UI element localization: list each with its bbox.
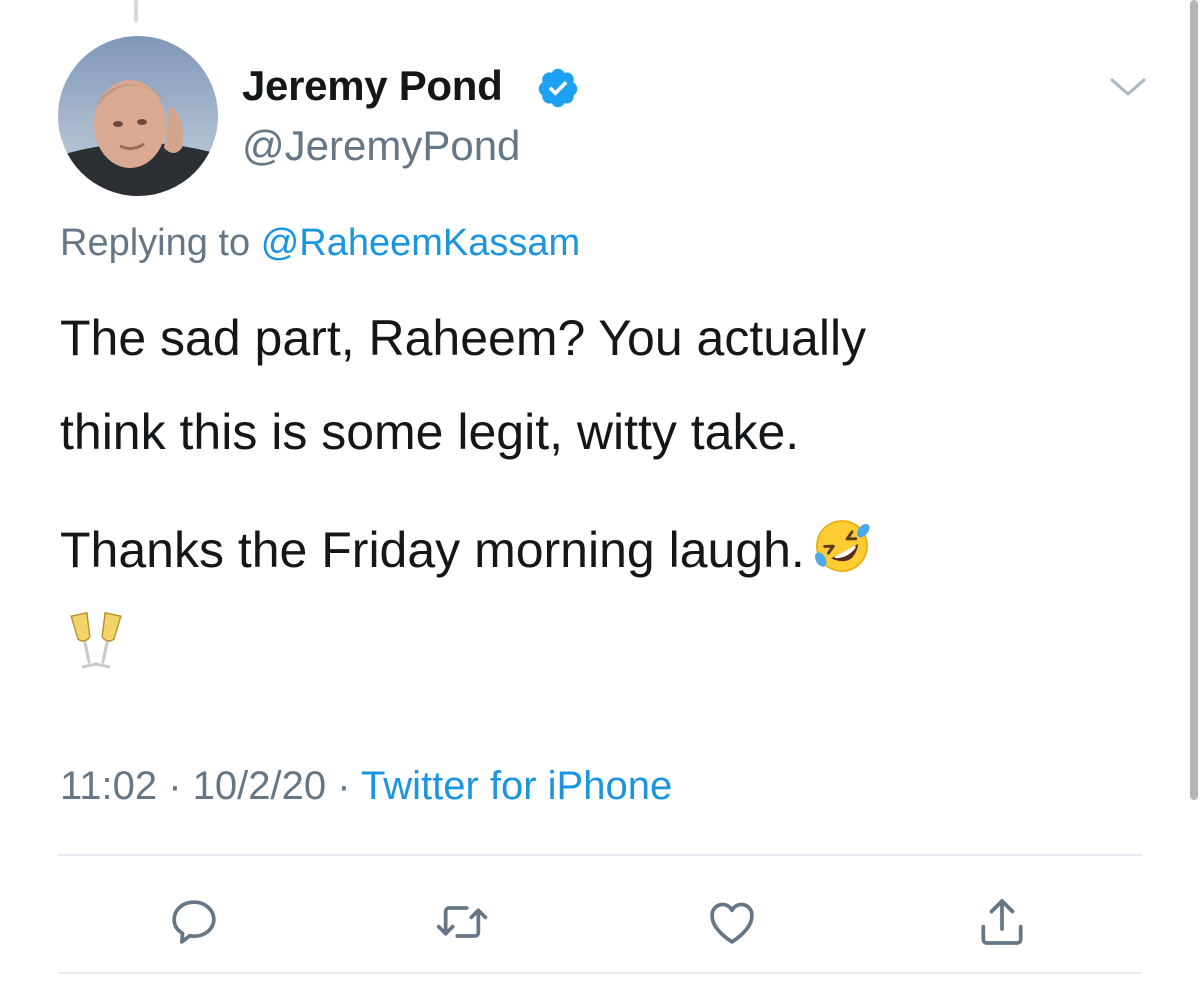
tweet-source-link[interactable]: Twitter for iPhone — [361, 764, 672, 808]
share-icon — [981, 899, 1023, 945]
share-button[interactable] — [972, 892, 1032, 952]
avatar-photo — [58, 36, 218, 196]
tweet-timestamp[interactable]: 11:02 · 10/2/20 · — [60, 764, 361, 808]
chevron-down-icon[interactable] — [1108, 72, 1148, 102]
thread-connector-line — [134, 0, 138, 22]
retweet-button[interactable] — [432, 892, 492, 952]
heart-icon — [710, 902, 754, 944]
retweet-icon — [436, 906, 488, 938]
rolling-on-floor-laughing-emoji — [814, 520, 870, 572]
clinking-glasses-emoji — [70, 611, 122, 669]
replying-to-label: Replying to — [60, 222, 251, 264]
divider — [58, 972, 1142, 974]
reply-button[interactable] — [164, 892, 224, 952]
tweet-text-line: Thanks the Friday morning laugh. — [60, 522, 805, 578]
tweet-detail-view: Jeremy Pond @JeremyPond Replying to @Rah… — [0, 0, 1200, 987]
scrollbar[interactable] — [1190, 0, 1198, 800]
tweet-text-line-with-emoji: Thanks the Friday morning laugh. — [60, 502, 1160, 598]
like-button[interactable] — [702, 892, 762, 952]
tweet-text-line: think this is some legit, witty take. — [60, 404, 800, 460]
author-handle[interactable]: @JeremyPond — [242, 122, 520, 170]
verified-badge-icon — [538, 68, 578, 108]
author-display-name[interactable]: Jeremy Pond — [242, 62, 503, 110]
replying-to-line: Replying to @RaheemKassam — [60, 222, 580, 265]
avatar[interactable] — [58, 36, 218, 196]
reply-icon — [172, 900, 216, 944]
divider — [58, 854, 1142, 856]
replying-to-mention-link[interactable]: @RaheemKassam — [261, 222, 580, 264]
tweet-text-line: The sad part, Raheem? You actually — [60, 310, 867, 366]
tweet-metadata: 11:02 · 10/2/20 · Twitter for iPhone — [60, 764, 672, 809]
